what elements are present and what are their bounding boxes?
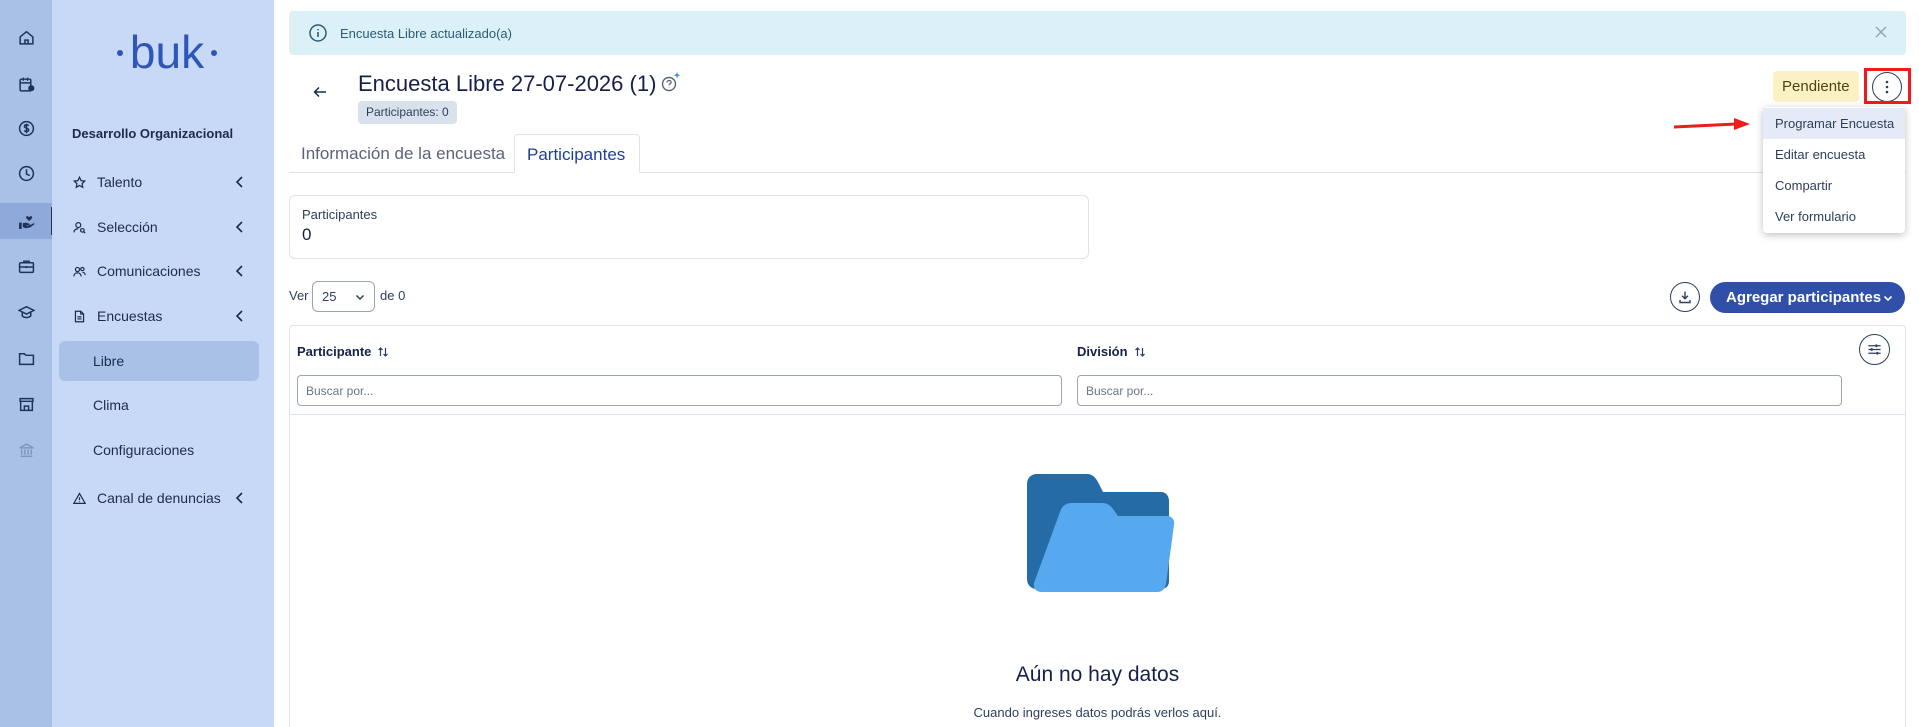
- sidebar-section-title: Desarrollo Organizacional: [72, 126, 234, 141]
- close-icon[interactable]: [1874, 25, 1888, 39]
- sidebar-item-talento[interactable]: Talento: [52, 164, 274, 200]
- status-badge: Pendiente: [1773, 71, 1859, 102]
- menu-item-programar-encuesta[interactable]: Programar Encuesta: [1763, 108, 1905, 139]
- sliders-icon: [1868, 344, 1881, 355]
- sidebar-subitem-label: Libre: [93, 353, 125, 369]
- column-header-division[interactable]: División: [1077, 344, 1146, 359]
- sidebar-item-seleccion[interactable]: Selección: [52, 209, 274, 245]
- back-button[interactable]: [310, 82, 330, 102]
- sidebar-item-label: Canal de denuncias: [97, 490, 221, 506]
- more-options-button[interactable]: [1872, 72, 1902, 102]
- store-icon[interactable]: [0, 386, 52, 422]
- kebab-icon: [1885, 80, 1889, 94]
- menu-item-editar-encuesta[interactable]: Editar encuesta: [1763, 139, 1905, 170]
- arrow-left-icon: [313, 86, 326, 98]
- division-filter-input[interactable]: [1077, 375, 1842, 406]
- sidebar-item-label: Encuestas: [97, 308, 163, 324]
- chevron-left-icon: [235, 310, 243, 322]
- participants-table: Participante División Aún no hay datos C…: [289, 325, 1906, 727]
- buk-logo[interactable]: buk: [112, 20, 222, 80]
- total-count-label: de 0: [380, 288, 406, 303]
- page-size-select[interactable]: 25: [312, 281, 375, 312]
- participants-count-badge: Participantes: 0: [358, 101, 457, 124]
- column-header-label: División: [1077, 344, 1128, 359]
- sidebar: buk Desarrollo Organizacional Talento Se…: [52, 0, 274, 727]
- home-icon[interactable]: [0, 19, 52, 55]
- document-icon: [72, 309, 86, 323]
- hand-heart-icon[interactable]: [0, 203, 53, 239]
- sidebar-subitem-libre[interactable]: Libre: [59, 341, 259, 381]
- download-button[interactable]: [1670, 282, 1700, 312]
- column-header-participante[interactable]: Participante: [297, 344, 389, 359]
- annotation-arrow-icon: [1673, 118, 1750, 130]
- chevron-left-icon: [235, 176, 243, 188]
- sidebar-item-label: Talento: [97, 174, 143, 190]
- column-header-label: Participante: [297, 344, 372, 359]
- folder-icon[interactable]: [0, 340, 52, 376]
- stat-label: Participantes: [302, 207, 378, 222]
- help-sparkle-icon[interactable]: [659, 70, 683, 94]
- sidebar-subitem-label: Clima: [93, 397, 129, 413]
- sidebar-item-label: Selección: [97, 219, 158, 235]
- sidebar-item-label: Comunicaciones: [97, 263, 201, 279]
- sidebar-subitem-label: Configuraciones: [93, 442, 195, 458]
- column-settings-button[interactable]: [1859, 334, 1890, 365]
- sort-icon: [378, 346, 389, 357]
- dollar-icon[interactable]: [0, 110, 52, 146]
- empty-state-title: Aún no hay datos: [1015, 663, 1180, 686]
- empty-state-subtitle: Cuando ingreses datos podrás verlos aquí…: [973, 705, 1222, 720]
- sidebar-item-canal-de-denuncias[interactable]: Canal de denuncias: [52, 480, 274, 516]
- sort-icon: [1134, 346, 1145, 357]
- info-icon: [309, 24, 327, 42]
- briefcase-icon[interactable]: [0, 248, 52, 284]
- menu-item-compartir[interactable]: Compartir: [1763, 170, 1905, 201]
- page-title: Encuesta Libre 27-07-2026 (1): [358, 71, 657, 96]
- calendar-person-icon[interactable]: [0, 66, 52, 102]
- chevron-down-icon: [355, 294, 365, 301]
- tab-participantes[interactable]: Participantes: [514, 134, 640, 173]
- sidebar-item-comunicaciones[interactable]: Comunicaciones: [52, 253, 274, 289]
- add-participants-button[interactable]: Agregar participantes: [1710, 282, 1905, 313]
- chevron-left-icon: [235, 265, 243, 277]
- page-size-value: 25: [322, 289, 337, 304]
- graduation-cap-icon[interactable]: [0, 294, 52, 330]
- person-search-icon: [72, 220, 86, 234]
- sidebar-subitem-clima[interactable]: Clima: [59, 385, 259, 425]
- menu-item-ver-formulario[interactable]: Ver formulario: [1763, 201, 1905, 232]
- star-icon: [72, 175, 86, 189]
- warning-icon: [72, 491, 86, 505]
- chevron-left-icon: [235, 492, 243, 504]
- add-participants-label: Agregar participantes: [1726, 289, 1882, 306]
- tab-informacion[interactable]: Información de la encuesta: [301, 134, 505, 173]
- participants-stat-card: Participantes 0: [289, 195, 1089, 259]
- page-size-label: Ver: [289, 288, 309, 303]
- alert-banner: Encuesta Libre actualizado(a): [289, 11, 1906, 55]
- chevron-left-icon: [235, 221, 243, 233]
- logo-text: buk: [130, 26, 205, 78]
- download-icon: [1679, 291, 1691, 304]
- more-options-menu: Programar Encuesta Editar encuesta Compa…: [1763, 107, 1905, 233]
- sidebar-item-encuestas[interactable]: Encuestas: [52, 298, 274, 334]
- icon-rail: [0, 0, 53, 727]
- chevron-down-icon: [1883, 295, 1893, 302]
- alert-message: Encuesta Libre actualizado(a): [340, 25, 512, 41]
- bank-icon[interactable]: [0, 432, 52, 468]
- people-icon: [72, 264, 86, 278]
- stat-value: 0: [302, 225, 312, 244]
- table-header-divider: [290, 414, 1905, 415]
- participante-filter-input[interactable]: [297, 375, 1062, 406]
- empty-folder-icon: [1027, 474, 1175, 592]
- clock-icon[interactable]: [0, 155, 52, 191]
- sidebar-subitem-configuraciones[interactable]: Configuraciones: [59, 430, 259, 470]
